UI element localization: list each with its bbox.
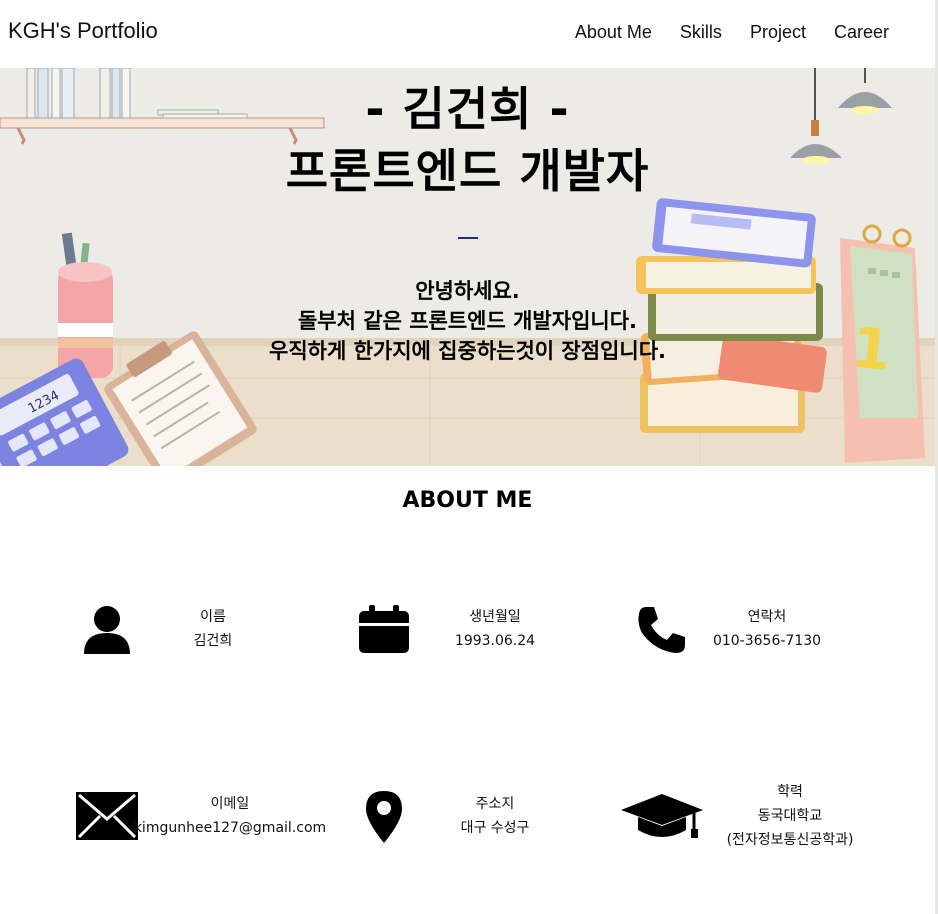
info-label: 이메일 [210,796,250,812]
hero-section: 1234 1 - 김건희 - 프론트엔드 개발자 안녕하세요. 돌부처 같은 프… [0,68,935,466]
info-value: 010-3656-7130 [712,633,822,649]
info-value: 동국대학교 [757,808,823,824]
info-label: 주소지 [475,796,515,812]
hero-name-title: - 김건희 - [365,82,570,136]
info-label: 생년월일 [469,609,521,625]
nav-link-about-me[interactable]: About Me [575,22,652,43]
nav-link-skills[interactable]: Skills [680,22,722,43]
info-education: 학력 동국대학교 (전자정보통신공학과) [690,780,890,852]
brand-logo-link[interactable]: KGH's Portfolio [8,18,158,44]
hero-role-title: 프론트엔드 개발자 [285,144,650,198]
about-me-heading: ABOUT ME [402,488,533,513]
info-label: 학력 [777,784,803,800]
hero-intro-line: 우직하게 한가지에 집중하는것이 장점입니다. [269,339,666,363]
envelope-icon [76,792,138,840]
top-navbar: KGH's Portfolio About Me Skills Project … [0,0,935,68]
hero-intro-line: 돌부처 같은 프론트엔드 개발자입니다. [297,309,638,333]
info-label: 연락처 [747,609,787,625]
info-value-secondary: (전자정보통신공학과) [726,832,854,848]
hero-divider [458,237,478,239]
nav-menu: About Me Skills Project Career [575,22,889,43]
info-value: 김건희 [193,633,233,649]
info-email: 이메일 kimgunhee127@gmail.com [130,792,330,840]
info-birthdate: 생년월일 1993.06.24 [395,605,595,653]
info-value: 대구 수성구 [460,820,530,836]
hero-intro-line: 안녕하세요. [415,279,520,303]
info-name: 이름 김건희 [113,605,313,653]
info-address: 주소지 대구 수성구 [395,792,595,840]
info-value: 1993.06.24 [454,633,536,649]
nav-link-career[interactable]: Career [834,22,889,43]
info-label: 이름 [200,609,226,625]
info-value: kimgunhee127@gmail.com [133,820,327,836]
info-contact: 연락처 010-3656-7130 [667,605,867,653]
nav-link-project[interactable]: Project [750,22,806,43]
